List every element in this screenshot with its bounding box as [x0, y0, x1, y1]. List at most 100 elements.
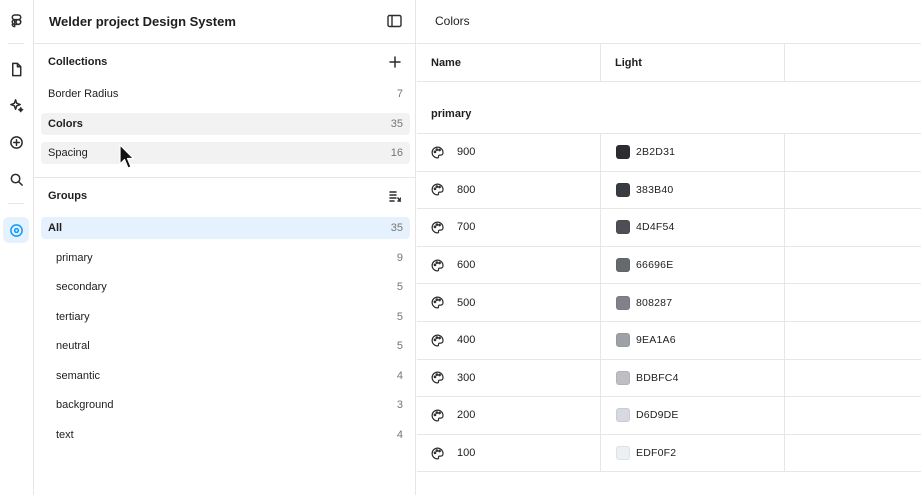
variable-name-cell[interactable]: 700: [417, 209, 601, 246]
collection-item[interactable]: Border Radius 7: [41, 83, 410, 105]
sidebar-toggle-icon[interactable]: [387, 14, 402, 28]
table-row[interactable]: 600 66696E: [417, 246, 921, 285]
palette-icon: [431, 259, 444, 272]
variable-value-cell[interactable]: 808287: [601, 284, 785, 321]
variable-name: 400: [457, 334, 476, 347]
group-item[interactable]: text 4: [41, 424, 410, 446]
variable-name: 100: [457, 447, 476, 460]
empty-cell: [785, 134, 921, 171]
mouse-cursor-icon: [119, 144, 135, 169]
variable-name: 800: [457, 183, 476, 196]
color-hex-value: EDF0F2: [636, 447, 677, 460]
color-hex-value: 9EA1A6: [636, 334, 676, 347]
variable-name-cell[interactable]: 800: [417, 171, 601, 209]
file-title: Welder project Design System: [49, 14, 236, 29]
collections-list: Border Radius 7 Colors 35 Spacing 16: [41, 83, 410, 172]
empty-cell: [785, 209, 921, 246]
variable-name-cell[interactable]: 500: [417, 284, 601, 321]
group-item-all[interactable]: All 35: [41, 217, 410, 239]
variable-name-cell[interactable]: 600: [417, 246, 601, 284]
palette-icon: [431, 334, 444, 347]
variable-name-cell[interactable]: 400: [417, 321, 601, 359]
table-body: 900 2B2D31 800 383B40 700 4D4F54 600 66696E 500 8…: [417, 134, 921, 473]
groups-list: All 35 primary 9 secondary 5 tertiary 5 …: [41, 217, 410, 453]
add-collection-button[interactable]: [387, 54, 403, 70]
variable-name: 200: [457, 409, 476, 422]
palette-icon: [431, 371, 444, 384]
figma-logo-icon[interactable]: [3, 8, 29, 34]
variables-icon[interactable]: [3, 217, 29, 243]
column-header-light[interactable]: Light: [601, 44, 785, 81]
palette-icon: [431, 296, 444, 309]
palette-icon: [431, 221, 444, 234]
group-item[interactable]: secondary 5: [41, 276, 410, 298]
table-row[interactable]: 100 EDF0F2: [417, 434, 921, 473]
group-item[interactable]: semantic 4: [41, 365, 410, 387]
table-row[interactable]: 900 2B2D31: [417, 134, 921, 172]
variable-value-cell[interactable]: 383B40: [601, 171, 785, 209]
color-swatch[interactable]: [616, 258, 630, 273]
variable-name: 500: [457, 296, 476, 309]
color-swatch[interactable]: [616, 182, 630, 197]
collections-title: Collections: [48, 56, 108, 68]
table-row[interactable]: 300 BDBFC4: [417, 359, 921, 398]
empty-cell: [785, 360, 921, 397]
color-hex-value: D6D9DE: [636, 409, 679, 422]
sparkle-icon[interactable]: [3, 92, 29, 118]
variable-name-cell[interactable]: 200: [417, 397, 601, 434]
empty-cell: [785, 284, 921, 321]
color-swatch[interactable]: [616, 295, 630, 310]
group-heading: primary: [417, 82, 921, 134]
table-head: Name Light: [417, 44, 921, 82]
variable-value-cell[interactable]: 4D4F54: [601, 209, 785, 246]
list-sort-icon: [389, 191, 401, 202]
table-row[interactable]: 400 9EA1A6: [417, 321, 921, 360]
empty-cell: [785, 397, 921, 434]
group-item[interactable]: primary 9: [41, 247, 410, 269]
color-swatch[interactable]: [616, 408, 630, 423]
icon-rail: [0, 0, 34, 495]
color-swatch[interactable]: [616, 370, 630, 385]
variable-value-cell[interactable]: 9EA1A6: [601, 321, 785, 359]
variable-name-cell[interactable]: 900: [417, 134, 601, 171]
variable-value-cell[interactable]: EDF0F2: [601, 434, 785, 472]
palette-icon: [431, 447, 444, 460]
variable-value-cell[interactable]: 66696E: [601, 246, 785, 284]
color-swatch[interactable]: [616, 333, 630, 348]
column-header-empty: [785, 44, 921, 81]
color-hex-value: 808287: [636, 296, 673, 309]
file-icon[interactable]: [3, 56, 29, 82]
empty-cell: [785, 172, 921, 209]
variable-name: 300: [457, 371, 476, 384]
plus-circle-icon[interactable]: [3, 129, 29, 155]
variable-name: 900: [457, 146, 476, 159]
sort-groups-button[interactable]: [387, 188, 403, 204]
group-item[interactable]: tertiary 5: [41, 306, 410, 328]
table-row[interactable]: 800 383B40: [417, 171, 921, 210]
group-item[interactable]: background 3: [41, 394, 410, 416]
color-hex-value: 2B2D31: [636, 146, 676, 159]
table-row[interactable]: 200 D6D9DE: [417, 397, 921, 435]
collection-item[interactable]: Spacing 16: [41, 142, 410, 164]
empty-cell: [785, 435, 921, 472]
color-hex-value: 383B40: [636, 183, 674, 196]
variable-value-cell[interactable]: D6D9DE: [601, 397, 785, 434]
group-item[interactable]: neutral 5: [41, 335, 410, 357]
color-swatch[interactable]: [616, 145, 630, 160]
empty-cell: [785, 322, 921, 359]
variable-value-cell[interactable]: 2B2D31: [601, 134, 785, 171]
collection-item-selected[interactable]: Colors 35: [41, 112, 410, 135]
color-hex-value: BDBFC4: [636, 371, 679, 384]
variable-value-cell[interactable]: BDBFC4: [601, 359, 785, 397]
collections-panel: Welder project Design System Collections…: [34, 0, 416, 495]
variable-name-cell[interactable]: 100: [417, 434, 601, 472]
column-header-name[interactable]: Name: [417, 44, 601, 81]
table-row[interactable]: 700 4D4F54: [417, 209, 921, 247]
color-swatch[interactable]: [616, 220, 630, 235]
table-row[interactable]: 500 808287: [417, 284, 921, 322]
variable-name-cell[interactable]: 300: [417, 359, 601, 397]
search-icon[interactable]: [3, 166, 29, 192]
color-swatch[interactable]: [616, 446, 630, 461]
table-header-bar: Colors: [417, 0, 921, 44]
palette-icon: [431, 183, 444, 196]
